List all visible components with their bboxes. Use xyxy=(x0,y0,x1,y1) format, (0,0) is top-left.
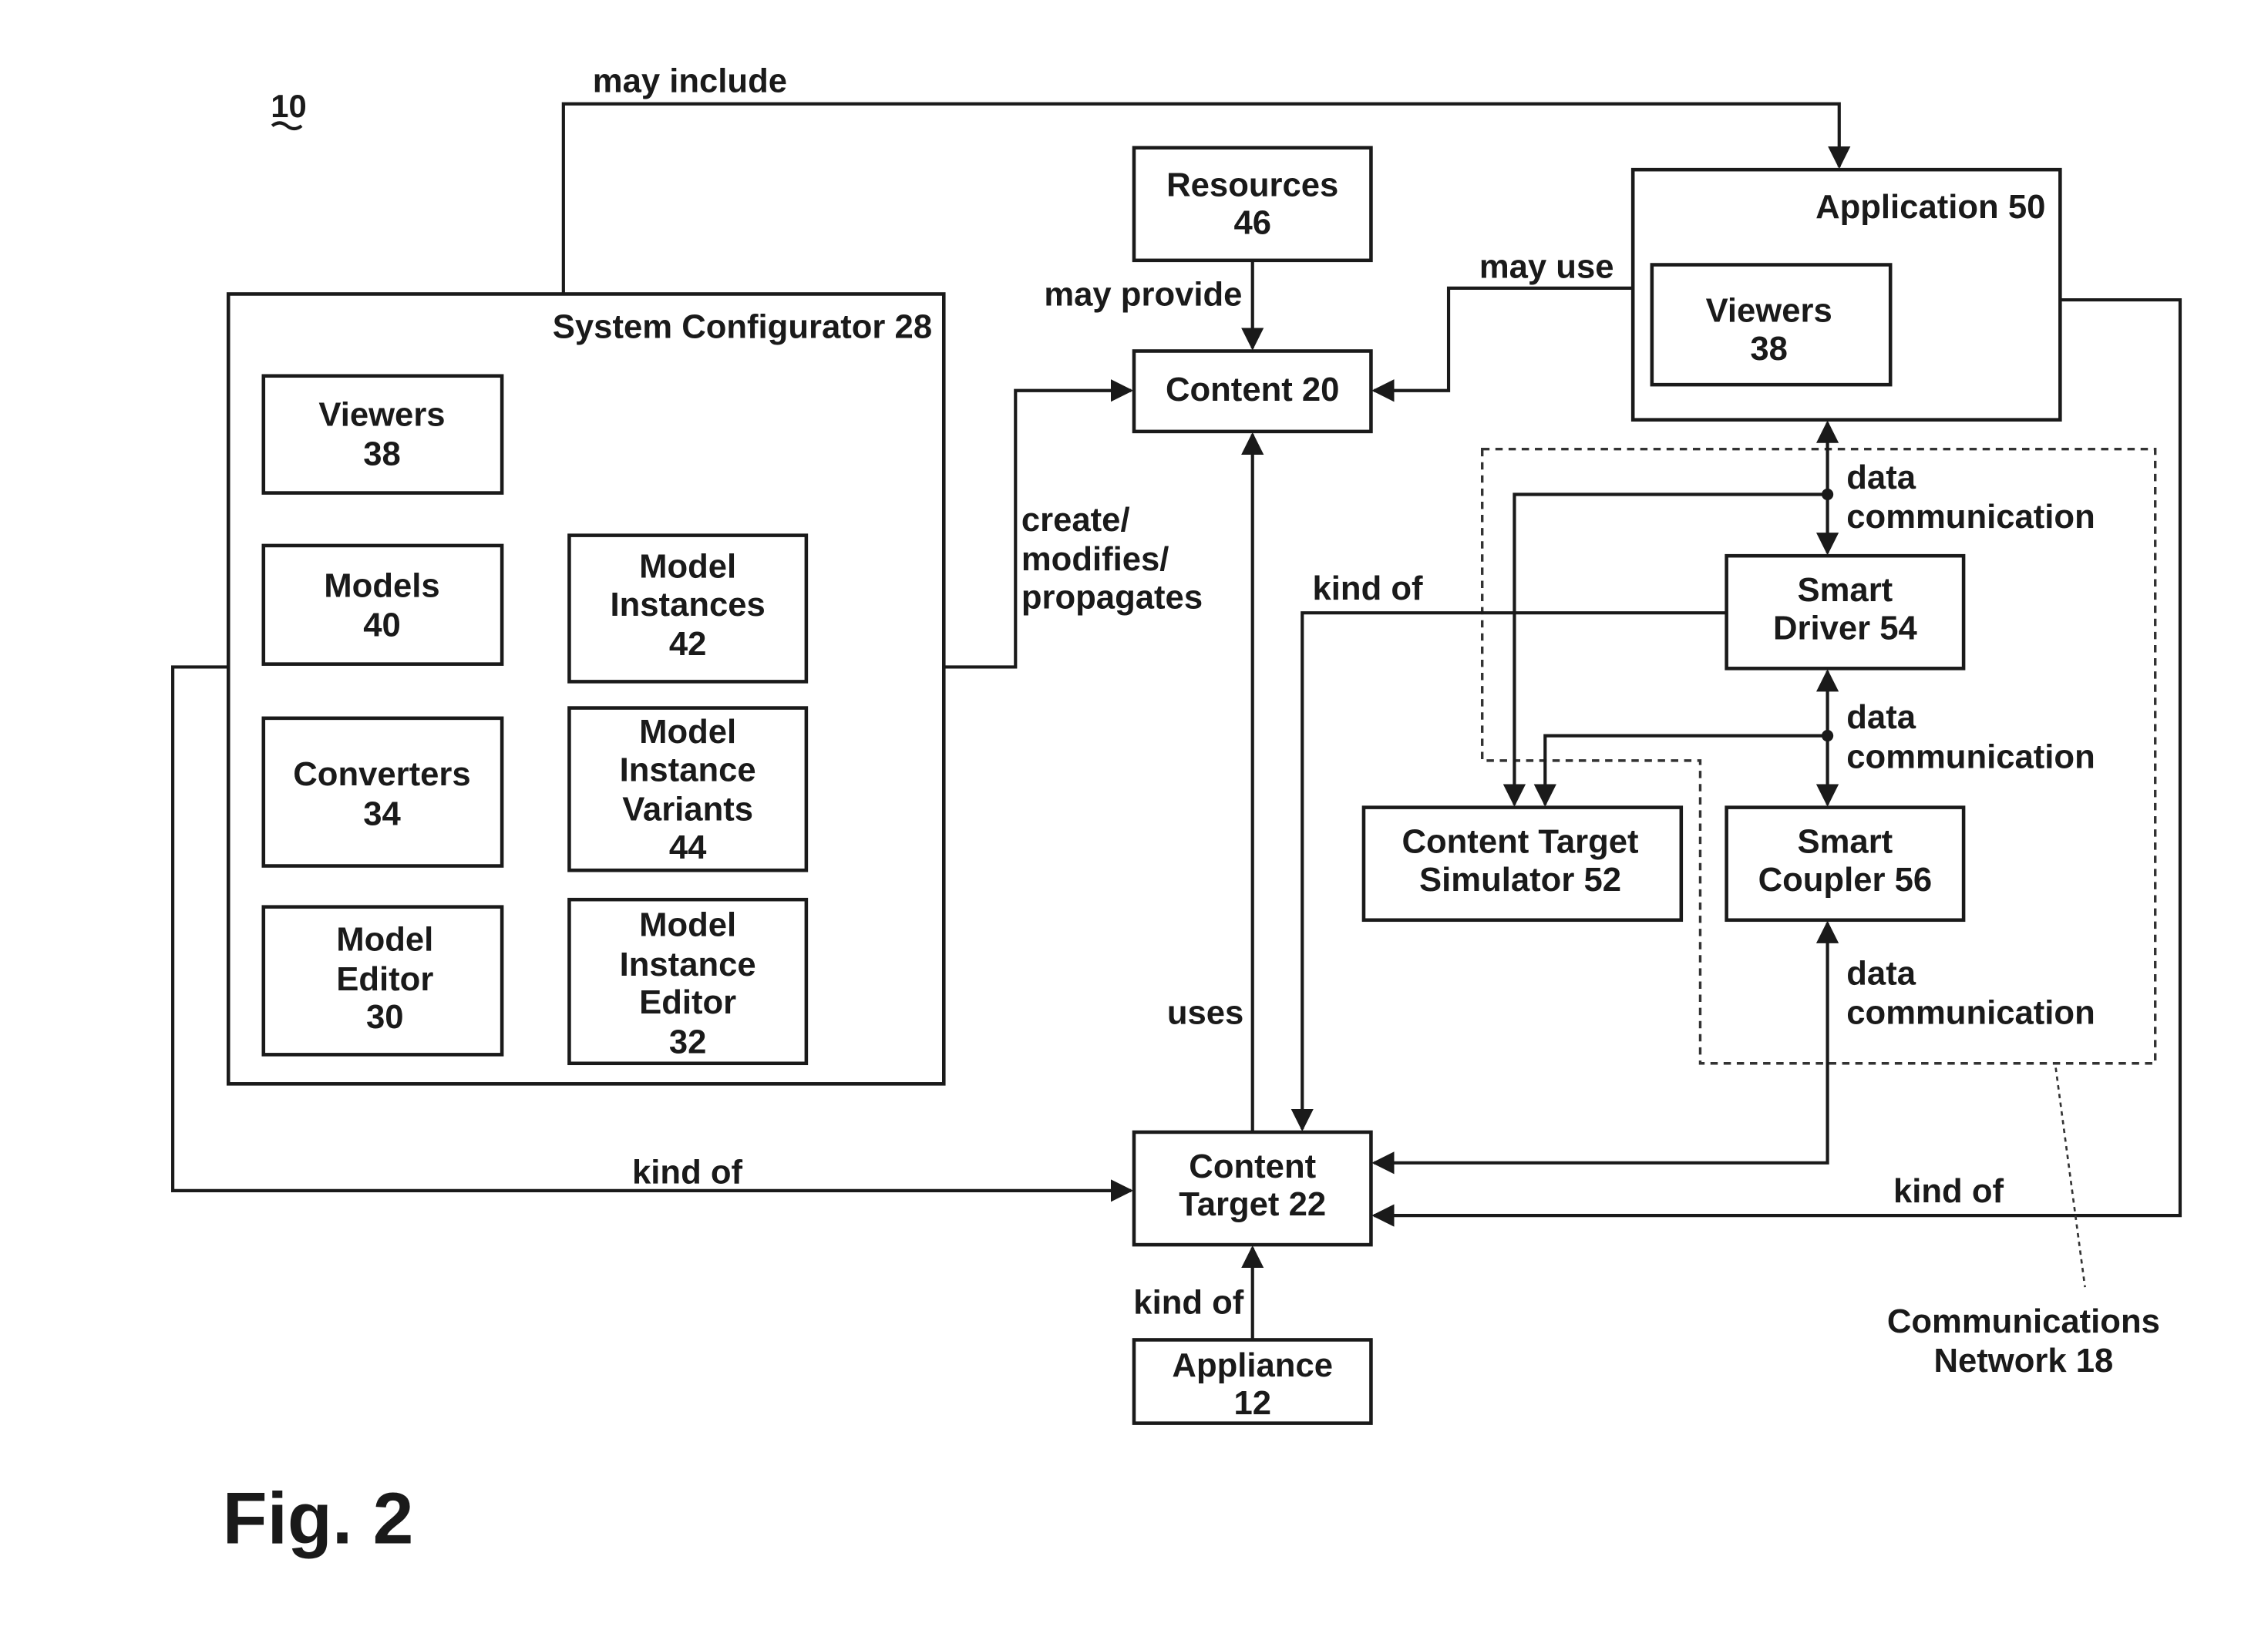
box-label: Model xyxy=(639,713,736,751)
junction-dot xyxy=(1821,730,1834,742)
box-number: 46 xyxy=(1233,204,1271,242)
edge-label-propagates: propagates xyxy=(1021,579,1203,617)
edge-label-create: create/ xyxy=(1021,501,1130,539)
sc-model-editor-box[interactable]: Model Editor 30 xyxy=(261,905,504,1057)
reference-numeral: 10 xyxy=(271,88,307,131)
application-title: Application 50 xyxy=(1815,188,2045,226)
edge-label-communication: communication xyxy=(1846,994,2095,1032)
edge-label-kind-of-driver: kind of xyxy=(1313,570,1423,607)
box-number: 30 xyxy=(366,998,404,1036)
smart-coupler-box[interactable]: Smart Coupler 56 xyxy=(1725,805,1966,923)
edge-label-may-include: may include xyxy=(593,62,787,100)
edge-label-data: data xyxy=(1846,459,1916,496)
smart-driver-box[interactable]: Smart Driver 54 xyxy=(1725,553,1966,671)
figure-label: Fig. 2 xyxy=(223,1477,414,1559)
app-viewers-box[interactable]: Viewers 38 xyxy=(1650,263,1893,387)
box-label: Appliance xyxy=(1172,1346,1333,1384)
box-label: Model xyxy=(639,548,736,586)
box-number: 38 xyxy=(363,435,401,473)
sc-models-box[interactable]: Models 40 xyxy=(261,543,504,666)
content-box[interactable]: Content 20 xyxy=(1132,349,1373,434)
box-label: Model xyxy=(336,921,433,959)
box-label: Editor xyxy=(639,983,736,1021)
edge-label-kind-of-appliance: kind of xyxy=(1133,1283,1243,1321)
communications-network-leader-line xyxy=(2054,1067,2086,1288)
edge-data-communication-coupler-target xyxy=(1371,920,1839,1175)
edge-label-kind-of-configurator: kind of xyxy=(632,1153,742,1191)
box-number: 32 xyxy=(669,1023,707,1060)
box-label: Driver 54 xyxy=(1773,609,1918,647)
box-number: 40 xyxy=(363,607,401,644)
box-label: Content Target xyxy=(1402,822,1638,860)
sc-converters-box[interactable]: Converters 34 xyxy=(261,716,504,868)
edge-label-data: data xyxy=(1846,698,1916,736)
edge-label-may-provide: may provide xyxy=(1044,276,1242,314)
content-target-box[interactable]: Content Target 22 xyxy=(1132,1130,1373,1247)
box-number: 34 xyxy=(363,795,401,832)
box-label: Instance xyxy=(620,946,756,983)
box-label: Content 20 xyxy=(1166,371,1340,408)
box-number: 38 xyxy=(1750,330,1788,368)
reference-number: 10 xyxy=(271,88,306,124)
box-label: Simulator 52 xyxy=(1419,861,1621,899)
box-number: 44 xyxy=(669,829,707,866)
edge-may-use xyxy=(1371,286,1634,402)
edge-data-communication-branch-simulator-2 xyxy=(1533,734,1828,807)
box-label: Smart xyxy=(1798,571,1893,609)
box-label: Smart xyxy=(1798,822,1893,860)
system-configurator-title: System Configurator 28 xyxy=(553,308,932,345)
appliance-box[interactable]: Appliance 12 xyxy=(1132,1338,1373,1425)
junction-dot xyxy=(1821,488,1834,501)
box-label: Target 22 xyxy=(1179,1185,1326,1223)
edge-label-communication: communication xyxy=(1846,498,2095,536)
box-label: Instance xyxy=(620,751,756,788)
box-label: Editor xyxy=(336,960,433,998)
box-label: Viewers xyxy=(1706,292,1832,330)
sc-viewers-box[interactable]: Viewers 38 xyxy=(261,374,504,495)
edge-label-communication: communication xyxy=(1846,738,2095,775)
patent-figure-diagram: 10 System Configurator 28 Viewers 38 Mod… xyxy=(171,62,2182,1559)
box-label: Model xyxy=(639,906,736,944)
box-label: Converters xyxy=(293,755,470,793)
box-label: Coupler 56 xyxy=(1758,861,1933,899)
edge-label-kind-of-application: kind of xyxy=(1893,1172,2004,1210)
box-number: 42 xyxy=(669,625,707,663)
content-target-simulator-box[interactable]: Content Target Simulator 52 xyxy=(1361,805,1684,923)
communications-network-label: Network 18 xyxy=(1933,1342,2113,1380)
box-label: Models xyxy=(324,566,439,604)
box-label: Viewers xyxy=(318,395,445,433)
sc-model-instances-box[interactable]: Model Instances 42 xyxy=(567,533,809,684)
box-label: Instances xyxy=(610,586,765,624)
box-label: Variants xyxy=(622,791,753,829)
box-label: Content xyxy=(1189,1148,1316,1185)
box-number: 12 xyxy=(1233,1384,1271,1422)
sc-model-instance-variants-box[interactable]: Model Instance Variants 44 xyxy=(567,706,809,872)
communications-network-label: Communications xyxy=(1887,1302,2160,1340)
sc-model-instance-editor-box[interactable]: Model Instance Editor 32 xyxy=(567,897,809,1066)
edge-label-may-use: may use xyxy=(1479,248,1614,286)
edge-label-data: data xyxy=(1846,954,1916,992)
edge-label-uses: uses xyxy=(1167,994,1243,1032)
resources-box[interactable]: Resources 46 xyxy=(1132,146,1373,263)
box-label: Resources xyxy=(1166,166,1338,203)
edge-label-modifies: modifies/ xyxy=(1021,540,1169,578)
